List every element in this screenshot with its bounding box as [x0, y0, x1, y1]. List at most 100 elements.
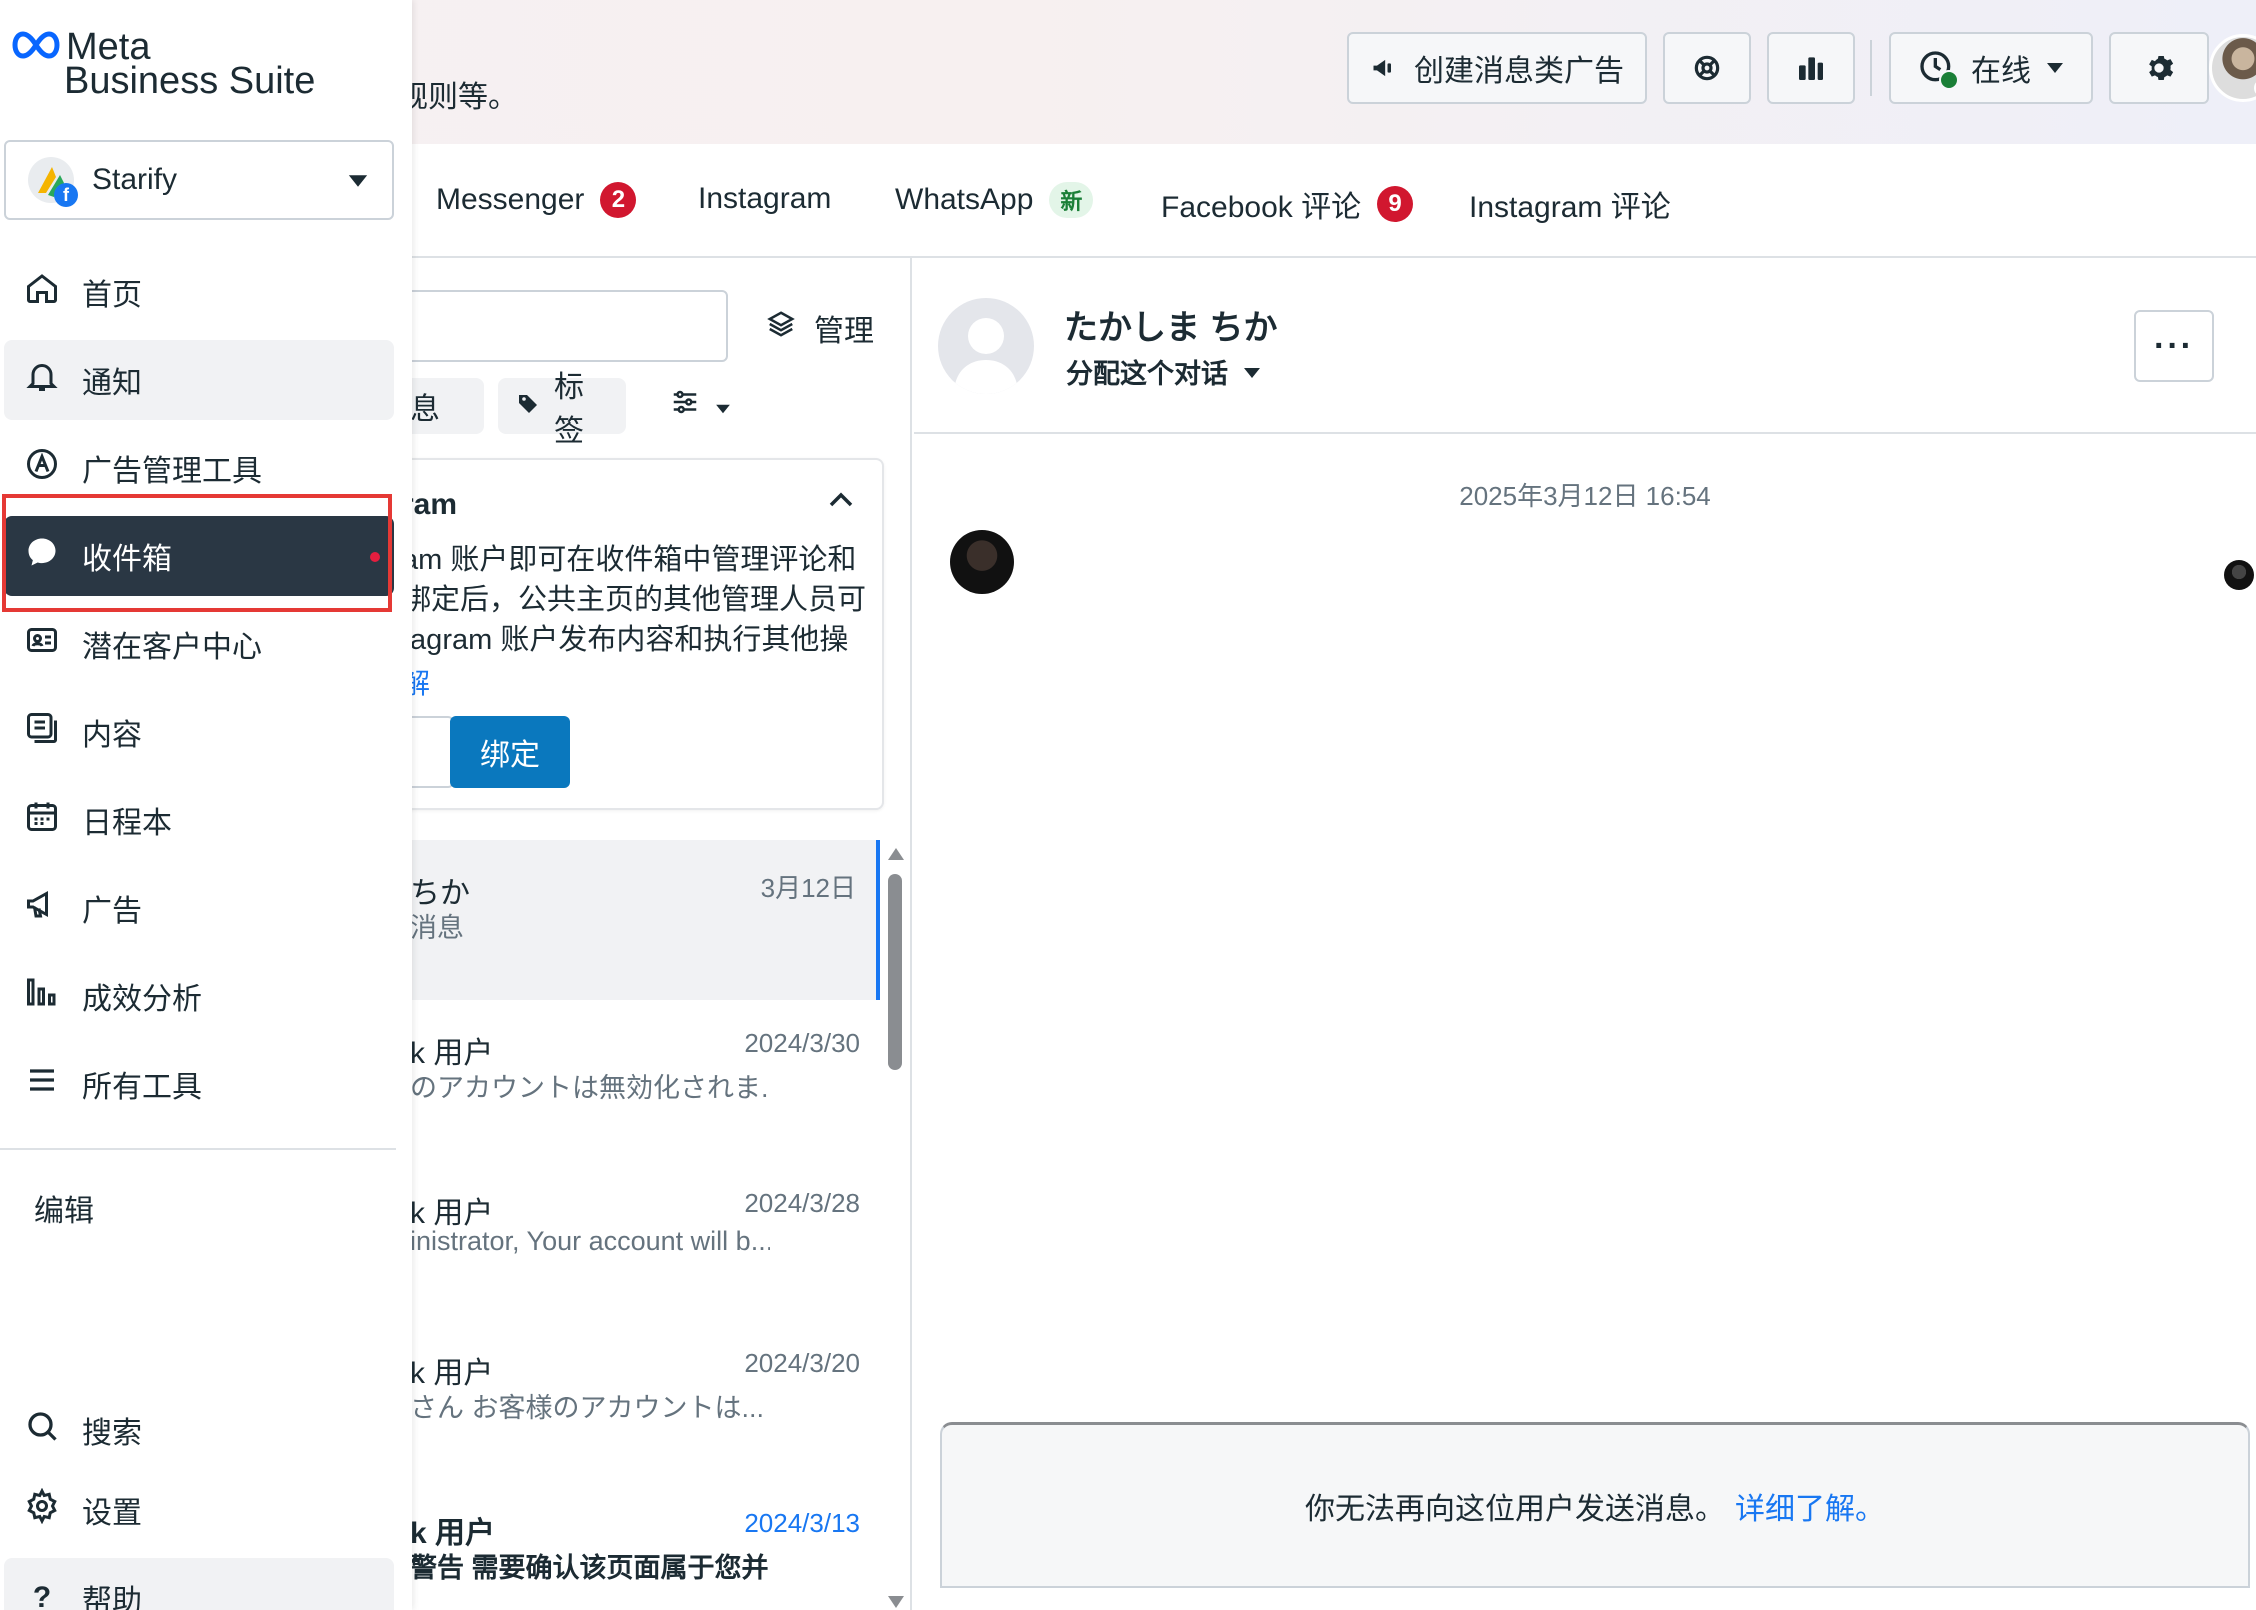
manage-button[interactable]: 管理 [766, 306, 874, 350]
assign-conversation-dropdown[interactable]: 分配这个对话 [1066, 352, 1262, 391]
insights-button[interactable] [1767, 32, 1855, 104]
account-switcher[interactable]: f Starify [4, 140, 394, 220]
create-message-ad-button[interactable]: 创建消息类广告 [1347, 32, 1647, 104]
scroll-up-arrow[interactable] [888, 848, 904, 860]
unread-dot [370, 552, 380, 562]
manage-label: 管理 [814, 315, 874, 348]
meta-business-suite-logo[interactable]: Meta Business Suite [12, 26, 315, 102]
sidebar-item-label: 成效分析 [82, 983, 202, 1016]
sidebar-item-label: 广告 [82, 895, 142, 928]
sidebar-item-search[interactable]: 搜索 [4, 1390, 394, 1470]
chevron-down-icon [346, 163, 370, 197]
more-options-button[interactable]: ··· [2134, 310, 2214, 382]
layers-icon [766, 309, 796, 347]
sidebar-item-all-tools[interactable]: 所有工具 [4, 1044, 394, 1124]
brand-line-2: Business Suite [64, 60, 316, 102]
notice-text: 你无法再向这位用户发送消息。 [1305, 1492, 1725, 1526]
sidebar-item-inbox[interactable]: 收件箱 [4, 516, 394, 596]
learn-more-link[interactable]: 详细了解。 [1735, 1484, 1885, 1528]
chevron-down-icon [1242, 356, 1262, 387]
scroll-down-arrow[interactable] [888, 1596, 904, 1608]
sidebar-item-notifications[interactable]: 通知 [4, 340, 394, 420]
bar-chart-icon [24, 974, 60, 1018]
chevron-down-icon [2045, 61, 2065, 75]
chip-label: 标签 [554, 371, 584, 448]
user-avatar[interactable] [2209, 34, 2256, 102]
filter-chip-labels[interactable]: 标签 [498, 371, 626, 448]
conversation-search-input[interactable] [380, 290, 728, 362]
header-subtext: 规则等。 [398, 81, 518, 114]
sidebar-item-content[interactable]: 内容 [4, 692, 394, 772]
header-settings-button[interactable] [2109, 32, 2209, 104]
conversation-date: 2024/3/28 [744, 1188, 860, 1218]
conversation-date: 2024/3/13 [744, 1508, 860, 1538]
content-icon [24, 710, 60, 754]
sidebar-item-home[interactable]: 首页 [4, 252, 394, 332]
tab-label: Facebook 评论 [1161, 191, 1362, 224]
sidebar-item-label: 潜在客户中心 [82, 631, 262, 664]
unread-badge: 2 [600, 182, 637, 218]
tab-messenger[interactable]: Messenger 2 [436, 182, 637, 218]
conversation-item[interactable]: k 用户 inistrator, Your account will b... … [380, 1160, 880, 1320]
scroll-thumb[interactable] [888, 874, 902, 1070]
chat-bubble-icon [24, 534, 60, 578]
message-timestamp: 2025年3月12日 16:54 [1459, 481, 1711, 511]
unread-badge: 9 [1377, 186, 1414, 222]
sidebar-item-label: 内容 [82, 719, 142, 752]
sidebar-item-label: 通知 [82, 367, 142, 400]
integrations-button[interactable] [1663, 32, 1751, 104]
tab-instagram[interactable]: Instagram [698, 182, 831, 216]
connect-button[interactable]: 绑定 [450, 716, 570, 788]
header-divider [1870, 40, 1872, 96]
sidebar-item-help[interactable]: ? 帮助 [4, 1558, 394, 1610]
clock-status-icon [1917, 48, 1959, 90]
availability-status-dropdown[interactable]: 在线 [1889, 32, 2093, 104]
conversation-preview: さん お客様のアカウントは... [410, 1393, 765, 1423]
contact-card-icon [24, 622, 60, 666]
conversation-item[interactable]: k 用户 のアカウントは無効化されま... 2024/3/30 [380, 1000, 880, 1160]
chevron-down-icon [714, 389, 732, 423]
tab-whatsapp[interactable]: WhatsApp 新 [895, 182, 1094, 218]
sidebar-divider [0, 1148, 396, 1150]
tab-label: Messenger [436, 183, 585, 216]
sidebar-item-planner[interactable]: 日程本 [4, 780, 394, 860]
conversation-item[interactable]: k 用户 さん お客様のアカウントは... 2024/3/20 [380, 1320, 880, 1480]
tab-label: Instagram 评论 [1469, 191, 1671, 224]
conversation-list-scrollbar[interactable] [886, 848, 904, 1608]
card-body: am 账户即可在收件箱中管理评论和 绑定后，公共主页的其他管理人员可 tagra… [402, 544, 867, 656]
assign-label: 分配这个对话 [1066, 359, 1228, 389]
sidebar: Meta Business Suite f Starify 首页 通知 广告管理… [0, 0, 412, 1610]
megaphone-icon [24, 886, 60, 930]
home-icon [24, 270, 60, 314]
filter-options-dropdown[interactable] [652, 378, 756, 434]
conversation-item[interactable]: k 用户 警告 需要确认该页面属于您并... 2024/3/13 [380, 1480, 880, 1610]
bell-icon [24, 358, 60, 402]
contact-avatar[interactable] [938, 298, 1034, 394]
help-icon: ? [32, 1581, 52, 1610]
tab-instagram-comments[interactable]: Instagram 评论 [1469, 182, 1671, 226]
sidebar-item-ads[interactable]: 广告 [4, 868, 394, 948]
tab-label: WhatsApp [895, 183, 1034, 216]
sidebar-item-settings[interactable]: 设置 [4, 1470, 394, 1550]
status-label: 在线 [1971, 55, 2031, 88]
conversation-date: 2024/3/30 [744, 1028, 860, 1058]
tab-facebook-comments[interactable]: Facebook 评论 9 [1161, 182, 1414, 226]
sidebar-item-ads-manager[interactable]: 广告管理工具 [4, 428, 394, 508]
conversation-preview: 警告 需要确认该页面属于您并... [410, 1553, 770, 1583]
sidebar-item-label: 设置 [82, 1497, 142, 1530]
ads-manager-icon [24, 446, 60, 490]
sidebar-item-label: 所有工具 [82, 1071, 202, 1104]
conversation-date: 2024/3/20 [744, 1348, 860, 1378]
conversation-item[interactable]: ちか 消息 3月12日 [380, 840, 880, 1000]
chevron-up-icon[interactable] [828, 490, 854, 513]
calendar-icon [24, 798, 60, 842]
seen-receipt-avatar [2224, 560, 2254, 590]
edit-shortcuts-link[interactable]: 编辑 [34, 1186, 94, 1230]
sidebar-item-label: 广告管理工具 [82, 455, 262, 488]
account-avatar: f [28, 157, 78, 207]
sidebar-item-leads-center[interactable]: 潜在客户中心 [4, 604, 394, 684]
sidebar-item-insights[interactable]: 成效分析 [4, 956, 394, 1036]
sidebar-item-label: 首页 [82, 279, 142, 312]
cannot-message-notice: 你无法再向这位用户发送消息。 详细了解。 [940, 1422, 2250, 1588]
insights-icon [1795, 52, 1827, 84]
